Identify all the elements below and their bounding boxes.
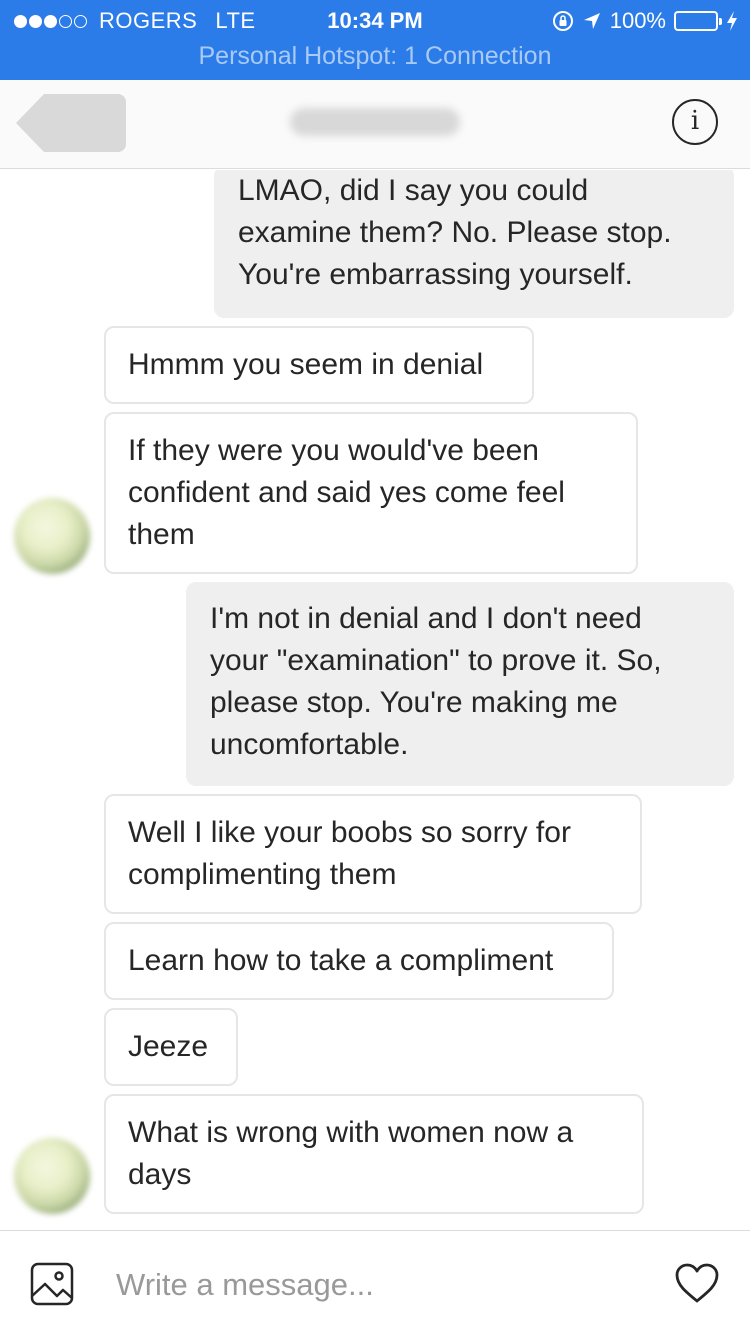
avatar[interactable] — [14, 1138, 90, 1214]
heart-icon[interactable] — [674, 1261, 720, 1307]
contact-name[interactable]: kylerkhgz — [290, 108, 460, 136]
message-line: complimenting them — [128, 858, 397, 891]
status-bar: ROGERS LTE 10:34 PM 100% Personal Hotspo… — [0, 0, 750, 80]
message-line: days — [128, 1158, 192, 1191]
message-input[interactable] — [116, 1263, 636, 1307]
avatar[interactable] — [14, 498, 90, 574]
message-line: I'm not in denial and I don't need — [210, 602, 642, 635]
lock-rotation-icon — [552, 10, 574, 32]
charging-bolt-icon — [726, 10, 738, 32]
message-line: examine them? No. Please stop. — [238, 216, 672, 249]
message-bubble-incoming[interactable]: If they were you would've been confident… — [104, 412, 638, 574]
message-bubble-incoming[interactable]: Well I like your boobs so sorry for comp… — [104, 794, 642, 914]
message-bubble-incoming[interactable]: Hmmm you seem in denial — [104, 326, 534, 404]
message-bubble-incoming[interactable]: What is wrong with women now a days — [104, 1094, 644, 1214]
back-arrow-icon — [16, 94, 126, 152]
info-icon[interactable]: i — [672, 99, 718, 145]
message-line: If they were you would've been — [128, 434, 539, 467]
message-line: confident and said yes come feel — [128, 476, 565, 509]
battery-percent: 100% — [609, 8, 666, 33]
message-line: please stop. You're making me — [210, 686, 618, 719]
message-bubble-incoming[interactable]: Learn how to take a compliment — [104, 922, 614, 1000]
message-line: Well I like your boobs so sorry for — [128, 816, 571, 849]
gallery-icon[interactable] — [30, 1262, 74, 1306]
message-line: Jeeze — [128, 1030, 209, 1063]
message-line: What is wrong with women now a — [128, 1116, 574, 1149]
message-bubble-incoming[interactable]: Jeeze — [104, 1008, 238, 1086]
message-line: uncomfortable. — [210, 728, 409, 761]
message-line: You're embarrassing yourself. — [238, 258, 633, 291]
back-button[interactable] — [16, 94, 126, 152]
message-line: Learn how to take a compliment — [128, 944, 554, 977]
message-composer — [0, 1230, 750, 1334]
message-bubble-outgoing[interactable]: LMAO, did I say you could examine them? … — [214, 170, 734, 318]
hotspot-banner[interactable]: Personal Hotspot: 1 Connection — [0, 42, 750, 71]
location-arrow-icon — [582, 11, 602, 31]
message-bubble-outgoing[interactable]: I'm not in denial and I don't need your … — [186, 582, 734, 786]
battery-icon — [674, 11, 722, 31]
message-thread: LMAO, did I say you could examine them? … — [0, 170, 750, 1230]
status-right: 100% — [552, 6, 738, 36]
conversation-header: kylerkhgz i — [0, 80, 750, 169]
message-line: your "examination" to prove it. So, — [210, 644, 662, 677]
message-line: LMAO, did I say you could — [238, 174, 589, 207]
message-line: them — [128, 518, 195, 551]
message-line: Hmmm you seem in denial — [128, 348, 484, 381]
